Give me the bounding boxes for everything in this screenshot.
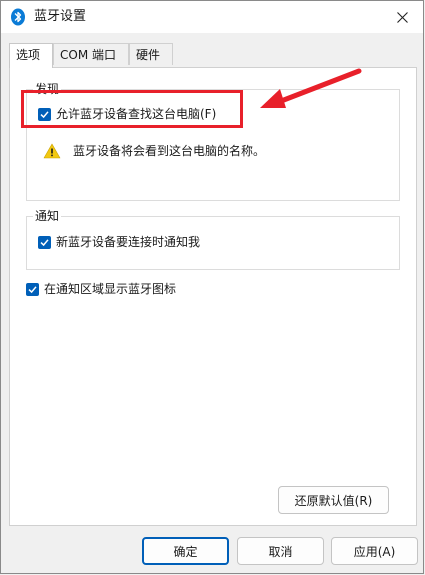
options-tab-panel: 发现 允许蓝牙设备查找这台电脑(F) 蓝牙设备将会看到这台电脑的名称。 通知 新… <box>9 67 417 526</box>
show-tray-icon-label: 在通知区域显示蓝牙图标 <box>44 282 177 296</box>
bluetooth-icon <box>11 8 25 26</box>
warning-icon <box>43 143 61 158</box>
checkmark-icon <box>28 285 37 293</box>
notify-checkbox-row[interactable]: 新蓝牙设备要连接时通知我 <box>38 233 200 251</box>
warning-text: 蓝牙设备将会看到这台电脑的名称。 <box>73 144 266 158</box>
show-tray-icon-checkbox[interactable] <box>26 282 39 296</box>
allow-discovery-checkbox[interactable] <box>38 107 51 121</box>
ok-button[interactable]: 确定 <box>142 537 229 565</box>
checkmark-icon <box>40 238 49 246</box>
discovery-legend: 发现 <box>33 81 62 97</box>
allow-discovery-checkbox-row[interactable]: 允许蓝牙设备查找这台电脑(F) <box>38 105 216 123</box>
bluetooth-settings-dialog: 蓝牙设置 选项 COM 端口 硬件 发现 允许蓝牙设备查找这台电脑(F) 蓝牙设… <box>0 0 424 574</box>
notifications-legend: 通知 <box>33 208 62 224</box>
apply-button[interactable]: 应用(A) <box>331 537 418 565</box>
restore-defaults-button[interactable]: 还原默认值(R) <box>278 486 389 514</box>
allow-discovery-label: 允许蓝牙设备查找这台电脑(F) <box>56 107 217 121</box>
tab-hardware[interactable]: 硬件 <box>129 43 173 65</box>
discovery-group: 发现 允许蓝牙设备查找这台电脑(F) 蓝牙设备将会看到这台电脑的名称。 <box>26 81 400 201</box>
checkmark-icon <box>40 110 49 118</box>
show-tray-icon-checkbox-row[interactable]: 在通知区域显示蓝牙图标 <box>26 280 176 298</box>
notify-new-device-checkbox[interactable] <box>38 235 51 249</box>
cancel-button[interactable]: 取消 <box>237 537 324 565</box>
close-button[interactable] <box>381 1 423 33</box>
notify-new-device-label: 新蓝牙设备要连接时通知我 <box>56 235 201 249</box>
tab-com-ports[interactable]: COM 端口 <box>53 43 129 65</box>
discovery-warning: 蓝牙设备将会看到这台电脑的名称。 <box>43 142 265 159</box>
tab-options[interactable]: 选项 <box>9 43 53 68</box>
title-bar: 蓝牙设置 <box>1 1 423 33</box>
window-title: 蓝牙设置 <box>34 9 87 24</box>
notifications-group: 通知 新蓝牙设备要连接时通知我 <box>26 208 400 270</box>
close-icon <box>396 11 408 23</box>
